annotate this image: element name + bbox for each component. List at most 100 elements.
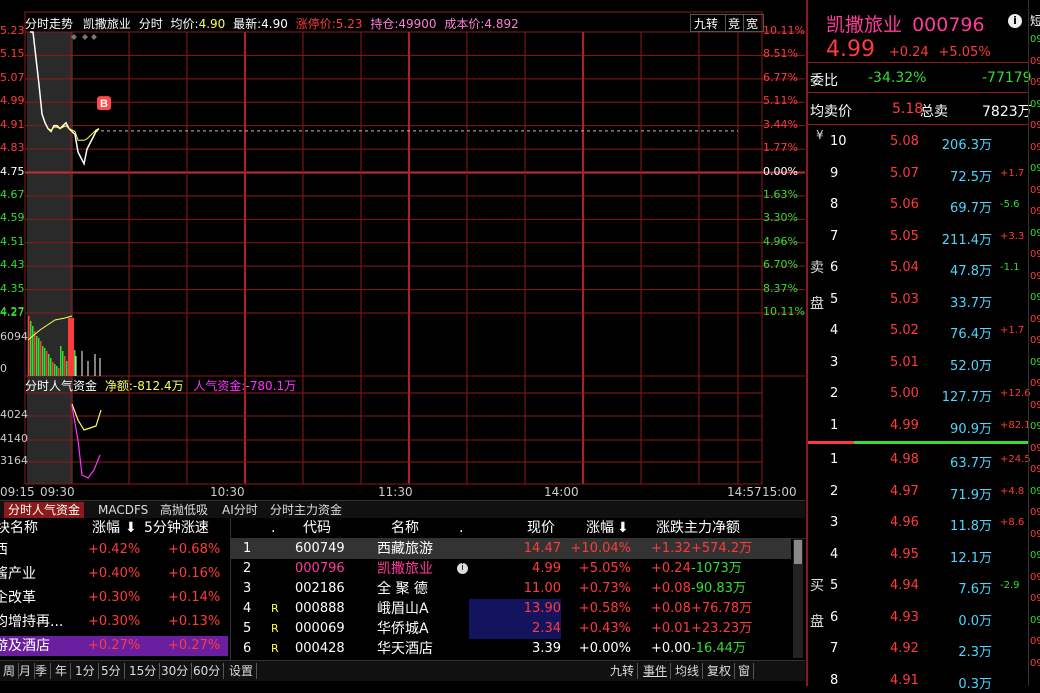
buy-level-row[interactable]: 4 4.95 12.1万 (808, 547, 1028, 567)
sell-level-row[interactable]: 6 5.04 47.8万 -1.1 (808, 260, 1028, 280)
row-name: 峨眉山A (377, 601, 429, 617)
time-tick: 09:15 (0, 485, 35, 499)
period-button[interactable]: 季 (32, 663, 52, 679)
table-row[interactable]: 6 R 000428 华天酒店 3.39 +0.00% +0.00 -16.44万 (231, 639, 791, 659)
time-tick: 09:30 (40, 485, 75, 499)
sector-row[interactable]: 企改革 +0.30% +0.14% (0, 588, 228, 608)
level-delta: +12.6 (1000, 388, 1031, 399)
table-row[interactable]: 4 R 000888 峨眉山A 13.90 +0.58% +0.08 +76.78万 (231, 599, 791, 619)
col-price[interactable]: 现价 (527, 518, 555, 538)
row-price: 14.47 (523, 541, 561, 556)
far-right-item: 09 (1030, 378, 1040, 389)
scrollbar-thumb[interactable] (794, 540, 802, 564)
table-row[interactable]: 3 002186 全 聚 德 11.00 +0.73% +0.08 -90.83万 (231, 579, 791, 599)
buy-level-row[interactable]: 1 4.98 63.7万 +24.5 (808, 452, 1031, 472)
level-price: 5.06 (890, 197, 919, 212)
col-name[interactable]: 名称 (391, 518, 419, 538)
sell-level-row[interactable]: 10 5.08 206.3万 (808, 134, 1028, 154)
sector-col-chg[interactable]: 涨幅 (92, 518, 120, 538)
level-volume: 63.7万 (950, 456, 992, 471)
row-code: 000428 (295, 641, 345, 656)
header-buttons: 九转 竞 宽 (690, 14, 764, 32)
col-code[interactable]: 代码 (303, 518, 331, 538)
sell-level-row[interactable]: 9 5.07 72.5万 +1.7 (808, 166, 1028, 186)
cost-value: 4.892 (484, 17, 519, 31)
tab-macdfs[interactable]: MACDFS (94, 502, 152, 518)
tab-popularity-flow[interactable]: 分时人气资金 (4, 502, 85, 518)
level-price: 5.01 (890, 354, 919, 370)
tool-button[interactable]: 复权 (704, 663, 736, 679)
level-index: 6 (830, 260, 839, 275)
stock-table: . 代码 名称 . 现价 涨幅 ⬇ 涨跌主力净额 1 600749 西藏旅游 14.4… (230, 518, 806, 660)
col-chg[interactable]: 涨幅 (586, 518, 614, 538)
far-right-item: 09 (1030, 593, 1040, 604)
period-button[interactable]: 5分 (98, 663, 125, 679)
sector-row[interactable]: 西 +0.42% +0.68% (0, 540, 228, 560)
level-volume: 2.3万 (958, 645, 992, 660)
period-button[interactable]: 年 (52, 663, 72, 679)
level-price: 4.95 (890, 546, 919, 562)
time-tick: 14:57 (727, 485, 762, 499)
table-row[interactable]: 5 R 000069 华侨城A 2.34 +0.43% +0.01 +23.23万 (231, 619, 791, 639)
tool-button[interactable]: 均线 (672, 663, 704, 679)
tab-ai-intraday[interactable]: AI分时 (218, 502, 262, 518)
sector-chg: +0.40% (88, 566, 141, 581)
sector-row[interactable]: 游及酒店 +0.27% +0.27% (0, 636, 228, 656)
table-row[interactable]: 1 600749 西藏旅游 14.47 +10.04% +1.32 +574.2万 (231, 539, 791, 559)
col-net[interactable]: 涨跌主力净额 (656, 518, 740, 538)
level-index: 5 (830, 291, 839, 307)
sell-level-row[interactable]: 2 5.00 127.7万 +12.6 (808, 386, 1031, 406)
last-label: 最新: (233, 17, 262, 31)
sector-col-speed[interactable]: 5分钟涨速 (144, 518, 209, 538)
level-delta: -5.6 (1000, 199, 1020, 210)
row-chg: +5.05% (578, 561, 631, 576)
pct-tick: 8.51% (763, 47, 798, 61)
volume-tick: 0 (0, 362, 7, 375)
period-button[interactable]: 60分 (190, 663, 225, 679)
sell-level-row[interactable]: 1 4.99 90.9万 +82.1 (808, 418, 1031, 438)
quote-code: 000796 (912, 14, 985, 36)
auction-button[interactable]: 竞 (725, 15, 740, 32)
tool-button[interactable]: 事件 (640, 663, 672, 679)
tool-button[interactable]: 窗 (735, 663, 755, 679)
period-button[interactable]: 设置 (226, 663, 258, 679)
row-chg: +0.00% (578, 641, 631, 656)
sector-row[interactable]: 酱产业 +0.40% +0.16% (0, 564, 228, 584)
level-index: 3 (830, 354, 839, 370)
buy-level-row[interactable]: 5 4.94 7.6万 -2.9 (808, 578, 1028, 598)
tool-button[interactable]: 九转 (607, 663, 639, 679)
stock-table-scrollbar[interactable] (793, 538, 803, 658)
flow-tick: 4024 (0, 408, 28, 421)
tab-main-flow[interactable]: 分时主力资金 (266, 502, 346, 518)
info-icon[interactable]: i (1008, 14, 1022, 28)
buy-level-row[interactable]: 3 4.96 11.8万 +8.6 (808, 515, 1028, 535)
level-index: 1 (830, 452, 839, 467)
info-icon[interactable]: i (457, 563, 468, 574)
row-chg: +0.43% (578, 621, 631, 636)
period-button[interactable]: 15分 (126, 663, 161, 679)
jiuzhuan-button[interactable]: 九转 (694, 15, 718, 32)
buy-level-row[interactable]: 7 4.92 2.3万 (808, 641, 1028, 661)
buy-level-row[interactable]: 8 4.91 0.3万 (808, 673, 1028, 693)
sector-row[interactable]: 均增持再... +0.30% +0.13% (0, 612, 228, 632)
sector-name: 酱产业 (0, 566, 36, 582)
tab-high-low[interactable]: 高抛低吸 (156, 502, 212, 518)
buy-level-row[interactable]: 6 4.93 0.0万 (808, 610, 1028, 630)
buy-level-row[interactable]: 2 4.97 71.9万 +4.8 (808, 484, 1028, 504)
sell-level-row[interactable]: 5 5.03 33.7万 (808, 292, 1028, 312)
sell-level-row[interactable]: 3 5.01 52.0万 (808, 355, 1028, 375)
sell-level-row[interactable]: 8 5.06 69.7万 -5.6 (808, 197, 1028, 217)
sell-level-row[interactable]: 7 5.05 211.4万 +3.3 (808, 229, 1028, 249)
volume-bar (46, 351, 48, 376)
intraday-chart[interactable]: B (0, 0, 805, 500)
chart-header: 分时走势 凯撒旅业 分时 均价:4.90 最新:4.90 涨停价:5.23 持仓… (25, 15, 519, 32)
volume-tick: 6094 (0, 330, 28, 343)
width-button[interactable]: 宽 (743, 15, 758, 32)
table-row[interactable]: 2 000796 凯撒旅业 i 4.99 +5.05% +0.24 -1073万 (231, 559, 791, 579)
period-button[interactable]: 30分 (158, 663, 193, 679)
level-index: 2 (830, 483, 839, 499)
sell-level-row[interactable]: 4 5.02 76.4万 +1.7 (808, 323, 1028, 343)
sector-col-name[interactable]: 块名称 (0, 518, 38, 538)
price-tick: 4.67 (0, 187, 25, 201)
period-button[interactable]: 1分 (72, 663, 99, 679)
